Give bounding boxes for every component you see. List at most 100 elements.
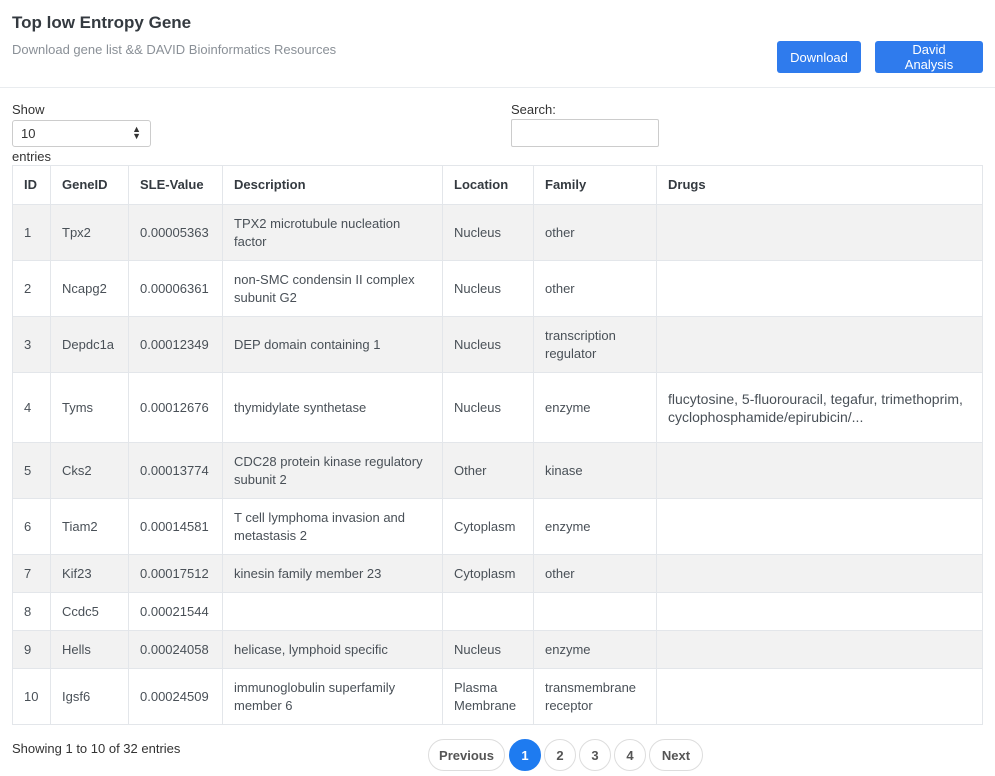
cell-family: enzyme xyxy=(533,630,657,669)
cell-drugs xyxy=(656,630,983,669)
column-header-geneid[interactable]: GeneID xyxy=(50,165,129,205)
table-row: 2 Ncapg2 0.00006361 non-SMC condensin II… xyxy=(12,260,983,317)
cell-description: non-SMC condensin II complex subunit G2 xyxy=(222,260,443,317)
cell-family: other xyxy=(533,204,657,261)
page-subtitle: Download gene list && DAVID Bioinformati… xyxy=(12,42,337,57)
cell-sle: 0.00006361 xyxy=(128,260,223,317)
cell-family: kinase xyxy=(533,442,657,499)
show-label: Show xyxy=(12,102,45,117)
table-row: 3 Depdc1a 0.00012349 DEP domain containi… xyxy=(12,316,983,373)
cell-family: other xyxy=(533,554,657,593)
cell-family: enzyme xyxy=(533,372,657,443)
table-row: 6 Tiam2 0.00014581 T cell lymphoma invas… xyxy=(12,498,983,555)
column-header-sle-value[interactable]: SLE-Value xyxy=(128,165,223,205)
table-header-row: ID GeneID SLE-Value Description Location… xyxy=(12,165,983,205)
cell-gene: Cks2 xyxy=(50,442,129,499)
download-button[interactable]: Download xyxy=(777,41,861,73)
cell-gene: Igsf6 xyxy=(50,668,129,725)
cell-sle: 0.00017512 xyxy=(128,554,223,593)
column-header-family[interactable]: Family xyxy=(533,165,657,205)
table-row: 1 Tpx2 0.00005363 TPX2 microtubule nucle… xyxy=(12,204,983,261)
entries-select-value: 10 xyxy=(21,126,36,141)
cell-location: Nucleus xyxy=(442,372,534,443)
search-label: Search: xyxy=(511,102,556,117)
cell-drugs xyxy=(656,442,983,499)
sort-arrows-icon: ▲ ▼ xyxy=(132,124,141,141)
cell-gene: Ccdc5 xyxy=(50,592,129,631)
search-input[interactable] xyxy=(511,119,659,147)
cell-location: Other xyxy=(442,442,534,499)
table-row: 4 Tyms 0.00012676 thymidylate synthetase… xyxy=(12,372,983,443)
cell-gene: Kif23 xyxy=(50,554,129,593)
cell-sle: 0.00012349 xyxy=(128,316,223,373)
cell-family: transmembrane receptor xyxy=(533,668,657,725)
gene-table: ID GeneID SLE-Value Description Location… xyxy=(12,165,983,725)
column-header-id[interactable]: ID xyxy=(12,165,51,205)
cell-id: 9 xyxy=(12,630,51,669)
cell-id: 3 xyxy=(12,316,51,373)
cell-gene: Tiam2 xyxy=(50,498,129,555)
cell-description: CDC28 protein kinase regulatory subunit … xyxy=(222,442,443,499)
entries-select[interactable]: 10 ▲ ▼ xyxy=(12,120,151,147)
cell-family: other xyxy=(533,260,657,317)
page-button-3[interactable]: 3 xyxy=(579,739,611,771)
column-header-location[interactable]: Location xyxy=(442,165,534,205)
cell-description: DEP domain containing 1 xyxy=(222,316,443,373)
entries-label: entries xyxy=(12,149,52,164)
page-title: Top low Entropy Gene xyxy=(12,13,192,32)
cell-sle: 0.00013774 xyxy=(128,442,223,499)
cell-id: 10 xyxy=(12,668,51,725)
cell-id: 7 xyxy=(12,554,51,593)
page-button-1[interactable]: 1 xyxy=(509,739,541,771)
cell-location: Cytoplasm xyxy=(442,554,534,593)
cell-description xyxy=(222,592,443,631)
table-row: 8 Ccdc5 0.00021544 xyxy=(12,592,983,631)
cell-sle: 0.00024509 xyxy=(128,668,223,725)
previous-button[interactable]: Previous xyxy=(428,739,505,771)
cell-gene: Tyms xyxy=(50,372,129,443)
cell-description: TPX2 microtubule nucleation factor xyxy=(222,204,443,261)
table-row: 9 Hells 0.00024058 helicase, lymphoid sp… xyxy=(12,630,983,669)
cell-family: enzyme xyxy=(533,498,657,555)
cell-drugs xyxy=(656,554,983,593)
next-button[interactable]: Next xyxy=(649,739,703,771)
cell-gene: Tpx2 xyxy=(50,204,129,261)
david-analysis-button[interactable]: David Analysis xyxy=(875,41,983,73)
cell-id: 1 xyxy=(12,204,51,261)
cell-sle: 0.00024058 xyxy=(128,630,223,669)
cell-drugs xyxy=(656,204,983,261)
cell-id: 6 xyxy=(12,498,51,555)
cell-drugs xyxy=(656,498,983,555)
cell-id: 2 xyxy=(12,260,51,317)
column-header-description[interactable]: Description xyxy=(222,165,443,205)
cell-drugs: flucytosine, 5-fluorouracil, tegafur, tr… xyxy=(656,372,983,443)
cell-family xyxy=(533,592,657,631)
cell-location: Plasma Membrane xyxy=(442,668,534,725)
cell-id: 5 xyxy=(12,442,51,499)
table-row: 7 Kif23 0.00017512 kinesin family member… xyxy=(12,554,983,593)
cell-gene: Depdc1a xyxy=(50,316,129,373)
cell-sle: 0.00021544 xyxy=(128,592,223,631)
page-button-4[interactable]: 4 xyxy=(614,739,646,771)
table-row: 5 Cks2 0.00013774 CDC28 protein kinase r… xyxy=(12,442,983,499)
cell-location: Nucleus xyxy=(442,204,534,261)
cell-drugs xyxy=(656,668,983,725)
cell-drugs xyxy=(656,592,983,631)
table-info: Showing 1 to 10 of 32 entries xyxy=(12,741,181,756)
cell-description: helicase, lymphoid specific xyxy=(222,630,443,669)
cell-location xyxy=(442,592,534,631)
cell-gene: Hells xyxy=(50,630,129,669)
page-button-2[interactable]: 2 xyxy=(544,739,576,771)
cell-location: Nucleus xyxy=(442,316,534,373)
cell-drugs xyxy=(656,260,983,317)
cell-sle: 0.00014581 xyxy=(128,498,223,555)
column-header-drugs[interactable]: Drugs xyxy=(656,165,983,205)
cell-id: 8 xyxy=(12,592,51,631)
page-header: Top low Entropy Gene Download gene list … xyxy=(0,0,995,88)
cell-sle: 0.00005363 xyxy=(128,204,223,261)
cell-location: Cytoplasm xyxy=(442,498,534,555)
table-row: 10 Igsf6 0.00024509 immunoglobulin super… xyxy=(12,668,983,725)
cell-id: 4 xyxy=(12,372,51,443)
cell-description: T cell lymphoma invasion and metastasis … xyxy=(222,498,443,555)
cell-gene: Ncapg2 xyxy=(50,260,129,317)
